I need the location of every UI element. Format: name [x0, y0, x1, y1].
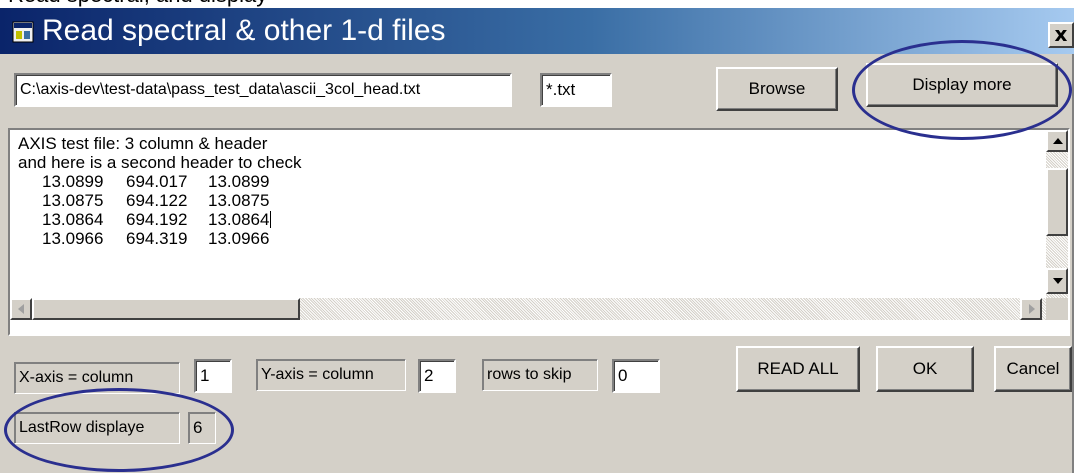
horizontal-scroll-thumb[interactable] [32, 298, 300, 320]
vertical-scroll-thumb[interactable] [1046, 168, 1068, 236]
annotation-ellipse-display-more [852, 40, 1072, 140]
header-line: AXIS test file: 3 column & header [18, 134, 268, 153]
browse-button[interactable]: Browse [716, 67, 838, 111]
data-cell: 13.0966 [42, 229, 104, 248]
file-preview-text: AXIS test file: 3 column & header and he… [18, 134, 1018, 248]
y-axis-column-input[interactable]: 2 [418, 359, 456, 393]
window-title: Read spectral & other 1-d files [42, 14, 446, 47]
data-cell: 13.0899 [42, 172, 104, 191]
y-axis-label: Y-axis = column [261, 366, 374, 383]
rows-to-skip-label-box: rows to skip [482, 359, 598, 391]
data-row: 13.0864 694.192 13.0864 [18, 210, 1018, 229]
data-cell: 13.0875 [42, 191, 104, 210]
arrow-up-icon [1053, 138, 1063, 144]
text-caret [270, 211, 272, 228]
ok-button-label: OK [912, 359, 938, 378]
scroll-right-button[interactable] [1020, 298, 1042, 320]
arrow-right-icon [1029, 304, 1035, 314]
data-cell: 694.122 [126, 191, 188, 210]
file-preview-textarea[interactable]: AXIS test file: 3 column & header and he… [8, 128, 1070, 336]
rows-to-skip-label: rows to skip [487, 366, 572, 383]
data-cell: 13.0875 [208, 191, 270, 210]
vertical-scrollbar[interactable] [1046, 130, 1068, 298]
data-cell: 13.0864 [208, 210, 270, 229]
rows-to-skip-value: 0 [618, 366, 628, 385]
scroll-down-button[interactable] [1046, 268, 1068, 294]
file-path-field[interactable]: C:\axis-dev\test-data\pass_test_data\asc… [14, 73, 512, 107]
horizontal-scrollbar[interactable] [10, 298, 1046, 320]
y-axis-label-box: Y-axis = column [256, 359, 406, 391]
cancel-button-label: Cancel [1006, 359, 1060, 378]
read-all-button-label: READ ALL [757, 359, 839, 378]
clipped-top-text: Read spectral, and display [0, 0, 1074, 8]
file-filter-value: *.txt [546, 80, 576, 99]
data-cell: 13.0966 [208, 229, 270, 248]
file-path-value: C:\axis-dev\test-data\pass_test_data\asc… [20, 81, 421, 98]
header-line: and here is a second header to check [18, 153, 302, 172]
arrow-down-icon [1053, 278, 1063, 284]
rows-to-skip-input[interactable]: 0 [612, 359, 660, 393]
ok-button[interactable]: OK [876, 346, 974, 392]
data-row: 13.0899 694.017 13.0899 [18, 172, 1018, 191]
browse-button-label: Browse [748, 79, 806, 98]
scroll-up-button[interactable] [1046, 130, 1068, 152]
clipped-top-text-label: Read spectral, and display [8, 0, 267, 8]
read-all-button[interactable]: READ ALL [736, 346, 860, 392]
file-filter-field[interactable]: *.txt [540, 73, 612, 107]
x-axis-column-input[interactable]: 1 [194, 359, 232, 393]
scrollbar-corner [1046, 298, 1068, 320]
data-cell: 694.017 [126, 172, 188, 191]
close-button[interactable]: x [1048, 22, 1074, 48]
x-axis-label: X-axis = column [19, 369, 134, 386]
data-cell: 694.319 [126, 229, 188, 248]
app-window-icon [12, 21, 34, 43]
arrow-left-icon [18, 304, 24, 314]
close-icon: x [1054, 22, 1068, 46]
data-row: 13.0875 694.122 13.0875 [18, 191, 1018, 210]
data-cell: 694.192 [126, 210, 188, 229]
y-axis-column-value: 2 [424, 366, 434, 385]
data-cell: 13.0899 [208, 172, 270, 191]
x-axis-column-value: 1 [200, 366, 210, 385]
cancel-button[interactable]: Cancel [994, 346, 1072, 392]
data-row: 13.0966 694.319 13.0966 [18, 229, 1018, 248]
annotation-ellipse-last-row [4, 388, 234, 472]
scroll-left-button[interactable] [10, 298, 32, 320]
data-cell: 13.0864 [42, 210, 104, 229]
